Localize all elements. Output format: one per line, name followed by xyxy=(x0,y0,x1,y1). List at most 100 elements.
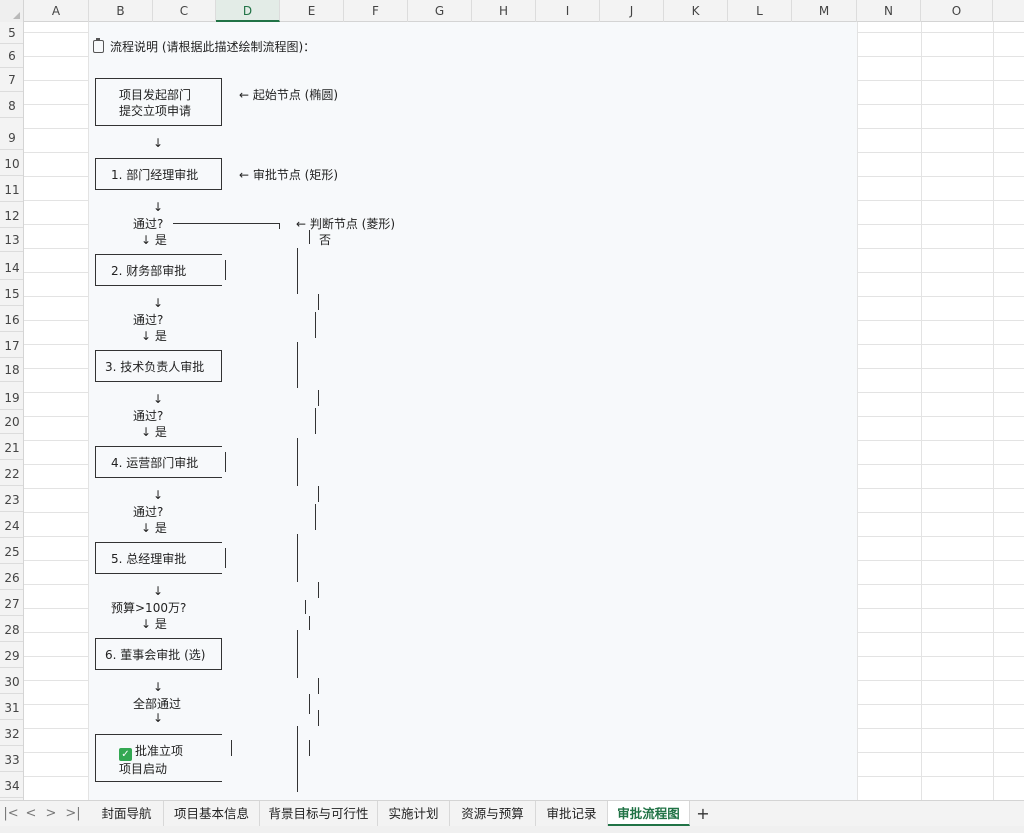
decision-budget: 预算>100万? xyxy=(111,601,187,615)
column-header-g[interactable]: G xyxy=(408,0,472,22)
step1-label: 1. 部门经理审批 xyxy=(111,168,199,182)
arrow-down: ↓ xyxy=(153,680,164,694)
start-node-line2: 提交立项申请 xyxy=(119,104,192,118)
column-header-c[interactable]: C xyxy=(153,0,216,22)
no-branch-line xyxy=(173,223,279,224)
add-sheet-button[interactable]: + xyxy=(692,801,714,827)
yes-label-2: ↓ 是 xyxy=(141,329,167,343)
row-header[interactable]: 20 xyxy=(0,410,23,434)
tab-background-goals[interactable]: 背景目标与可行性 xyxy=(260,801,378,826)
row-header[interactable]: 16 xyxy=(0,308,23,332)
row-header[interactable]: 28 xyxy=(0,618,23,642)
note-approval-node: ← 审批节点 (矩形) xyxy=(239,168,339,182)
row-header[interactable]: 10 xyxy=(0,152,23,176)
yes-label-1: ↓ 是 xyxy=(141,233,167,247)
row-header[interactable]: 30 xyxy=(0,670,23,694)
tab-resources-budget[interactable]: 资源与预算 xyxy=(450,801,536,826)
row-header[interactable]: 13 xyxy=(0,228,23,252)
column-header-l[interactable]: L xyxy=(728,0,792,22)
decision-pass-1: 通过? xyxy=(133,217,164,231)
last-sheet-icon[interactable]: >| xyxy=(62,801,84,827)
column-header-b[interactable]: B xyxy=(89,0,153,22)
column-header-o[interactable]: O xyxy=(921,0,993,22)
tab-approval-records[interactable]: 审批记录 xyxy=(536,801,608,826)
prev-sheet-icon[interactable]: < xyxy=(20,801,42,827)
arrow-down: ↓ xyxy=(153,488,164,502)
row-header[interactable]: 31 xyxy=(0,696,23,720)
yes-label-5: ↓ 是 xyxy=(141,617,167,631)
first-sheet-icon[interactable]: |< xyxy=(0,801,22,827)
row-header[interactable]: 19 xyxy=(0,386,23,410)
row-header[interactable]: 33 xyxy=(0,748,23,772)
row-header[interactable]: 23 xyxy=(0,488,23,512)
row-header[interactable]: 8 xyxy=(0,94,23,118)
column-header-d[interactable]: D xyxy=(216,0,280,22)
row-header[interactable]: 25 xyxy=(0,540,23,564)
row-header[interactable]: 26 xyxy=(0,566,23,590)
decision-pass-4: 通过? xyxy=(133,505,164,519)
row-header[interactable]: 29 xyxy=(0,644,23,668)
arrow-down: ↓ xyxy=(153,711,164,725)
column-header-i[interactable]: I xyxy=(536,0,600,22)
start-node-line1: 项目发起部门 xyxy=(119,88,192,102)
column-header-f[interactable]: F xyxy=(344,0,408,22)
column-header-k[interactable]: K xyxy=(664,0,728,22)
step4-label: 4. 运营部门审批 xyxy=(111,456,199,470)
column-header-h[interactable]: H xyxy=(472,0,536,22)
step2-label: 2. 财务部审批 xyxy=(111,264,187,278)
note-decision-node: ← 判断节点 (菱形) xyxy=(296,217,396,231)
next-sheet-icon[interactable]: > xyxy=(40,801,62,827)
decision-pass-2: 通过? xyxy=(133,313,164,327)
end-node-line1-text: 批准立项 xyxy=(135,744,184,758)
row-header[interactable]: 27 xyxy=(0,592,23,616)
arrow-down: ↓ xyxy=(153,136,164,150)
row-header[interactable]: 34 xyxy=(0,774,23,798)
column-header-a[interactable]: A xyxy=(24,0,89,22)
status-bar xyxy=(0,826,1024,833)
tab-implementation-plan[interactable]: 实施计划 xyxy=(378,801,450,826)
row-header[interactable]: 21 xyxy=(0,436,23,460)
tab-project-info[interactable]: 项目基本信息 xyxy=(164,801,260,826)
row-header[interactable]: 5 xyxy=(0,22,23,44)
row-header[interactable]: 7 xyxy=(0,68,23,92)
row-header[interactable]: 15 xyxy=(0,282,23,306)
flow-title: 流程说明 (请根据此描述绘制流程图)： xyxy=(110,40,316,54)
step5-label: 5. 总经理审批 xyxy=(111,552,187,566)
arrow-down: ↓ xyxy=(153,392,164,406)
row-header[interactable]: 11 xyxy=(0,178,23,202)
flow-description-cell[interactable]: 流程说明 (请根据此描述绘制流程图)： 项目发起部门 提交立项申请 ← 起始节点… xyxy=(89,22,857,800)
arrow-down: ↓ xyxy=(153,584,164,598)
clipboard-icon xyxy=(93,38,104,53)
tab-approval-flowchart[interactable]: 审批流程图 xyxy=(608,801,690,826)
end-node-line1: ✓ 批准立项 xyxy=(119,742,183,761)
column-header-bar: A B C D E F G H I J K L M N O xyxy=(0,0,1024,22)
select-all-triangle-icon xyxy=(13,12,20,19)
note-start-node: ← 起始节点 (椭圆) xyxy=(239,88,339,102)
column-header-n[interactable]: N xyxy=(857,0,921,22)
all-approved-label: 全部通过 xyxy=(133,697,182,711)
arrow-down: ↓ xyxy=(153,200,164,214)
yes-label-3: ↓ 是 xyxy=(141,425,167,439)
column-header-e[interactable]: E xyxy=(280,0,344,22)
row-header-bar: 5 6 7 8 9 10 11 12 13 14 15 16 17 18 19 … xyxy=(0,22,24,800)
step6-label: 6. 董事会审批 (选) xyxy=(105,648,206,662)
tab-cover-nav[interactable]: 封面导航 xyxy=(90,801,164,826)
row-header[interactable]: 12 xyxy=(0,204,23,228)
row-header[interactable]: 32 xyxy=(0,722,23,746)
row-header[interactable]: 14 xyxy=(0,256,23,280)
column-header-j[interactable]: J xyxy=(600,0,664,22)
row-header[interactable]: 9 xyxy=(0,126,23,150)
flow-title-row: 流程说明 (请根据此描述绘制流程图)： xyxy=(93,38,315,55)
row-header[interactable]: 17 xyxy=(0,334,23,358)
end-node-line2: 项目启动 xyxy=(119,762,168,776)
row-header[interactable]: 22 xyxy=(0,462,23,486)
column-header-m[interactable]: M xyxy=(792,0,857,22)
step3-label: 3. 技术负责人审批 xyxy=(105,360,205,374)
row-header[interactable]: 24 xyxy=(0,514,23,538)
row-header[interactable]: 6 xyxy=(0,44,23,68)
select-all-corner[interactable] xyxy=(0,0,24,22)
sheet-tab-bar: |< < > >| 封面导航 项目基本信息 背景目标与可行性 实施计划 资源与预… xyxy=(0,800,1024,826)
decision-pass-3: 通过? xyxy=(133,409,164,423)
arrow-down: ↓ xyxy=(153,296,164,310)
row-header[interactable]: 18 xyxy=(0,358,23,382)
